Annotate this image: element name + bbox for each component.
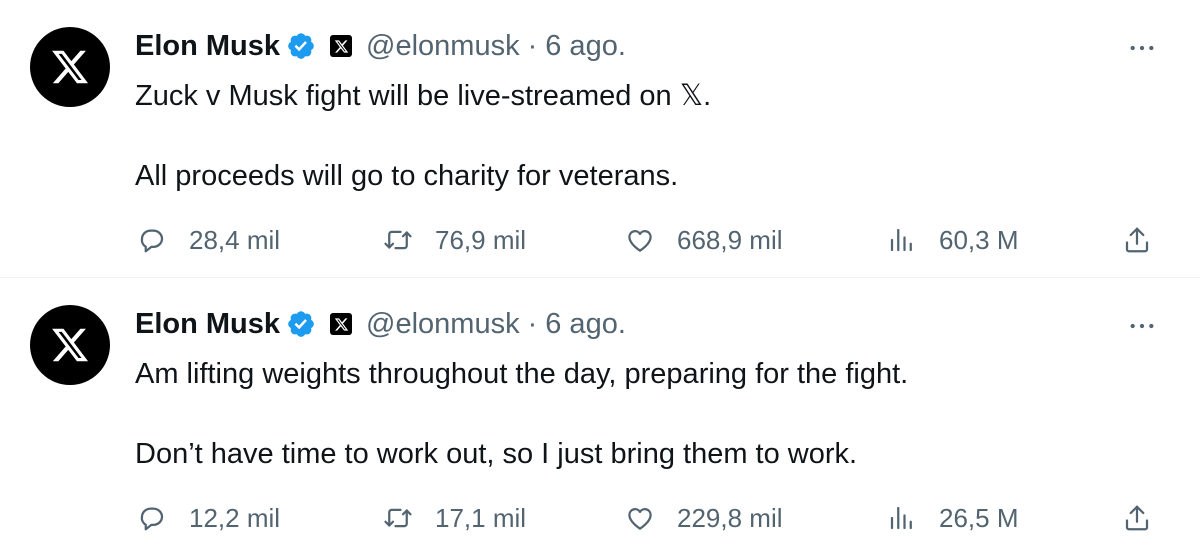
retweet-button[interactable]: 76,9 mil: [383, 218, 526, 262]
tweet-text-line: Am lifting weights throughout the day, p…: [135, 358, 909, 390]
x-logo-icon: [52, 328, 89, 362]
avatar[interactable]: [30, 27, 110, 107]
reply-button[interactable]: 12,2 mil: [137, 496, 280, 540]
like-count: 668,9 mil: [677, 224, 783, 255]
views-count: 60,3 M: [939, 224, 1019, 255]
like-button[interactable]: 668,9 mil: [625, 218, 783, 262]
more-icon: [1130, 45, 1154, 51]
tweet-actions: 12,2 mil 17,1 mil 229,8 mil 26,5 M: [0, 496, 1200, 540]
reply-count: 28,4 mil: [189, 224, 281, 255]
tweet-text-line: Don’t have time to work out, so I just b…: [135, 438, 858, 470]
tweet-feed: Elon Musk @elonmusk · 6 ago. Zuck v Musk…: [0, 0, 1200, 556]
tweet-text-line: Zuck v Musk fight will be live-streamed …: [135, 80, 712, 112]
verified-badge-icon: [286, 309, 316, 339]
tweet-header: Elon Musk @elonmusk · 6 ago.: [135, 24, 626, 68]
views-count: 26,5 M: [939, 502, 1019, 533]
retweet-button[interactable]: 17,1 mil: [383, 496, 526, 540]
more-options-button[interactable]: [1124, 30, 1160, 66]
verified-badge-icon: [286, 31, 316, 61]
author-name[interactable]: Elon Musk: [135, 30, 280, 63]
more-icon: [1130, 323, 1154, 329]
share-button[interactable]: [1122, 496, 1152, 540]
views-icon: [890, 506, 912, 530]
views-button[interactable]: 26,5 M: [887, 496, 1019, 540]
tweet[interactable]: Elon Musk @elonmusk · 6 ago. Am lifting …: [0, 278, 1200, 556]
author-handle[interactable]: @elonmusk: [366, 30, 520, 63]
retweet-count: 17,1 mil: [435, 502, 527, 533]
x-logo-icon: [52, 50, 89, 84]
author-handle[interactable]: @elonmusk: [366, 308, 520, 341]
retweet-icon: [384, 230, 412, 250]
retweet-icon: [384, 508, 412, 528]
tweet-text: Zuck v Musk fight will be live-streamed …: [135, 76, 1135, 196]
share-icon: [1125, 227, 1149, 253]
tweet[interactable]: Elon Musk @elonmusk · 6 ago. Zuck v Musk…: [0, 0, 1200, 278]
reply-button[interactable]: 28,4 mil: [137, 218, 280, 262]
like-button[interactable]: 229,8 mil: [625, 496, 783, 540]
tweet-actions: 28,4 mil 76,9 mil 668,9 mil 60,3 M: [0, 218, 1200, 262]
more-options-button[interactable]: [1124, 308, 1160, 344]
separator-dot: ·: [527, 307, 538, 340]
tweet-timestamp[interactable]: 6 ago.: [545, 308, 626, 341]
reply-icon: [140, 507, 164, 531]
tweet-text-line: All proceeds will go to charity for vete…: [135, 160, 679, 192]
reply-count: 12,2 mil: [189, 502, 281, 533]
share-icon: [1125, 505, 1149, 531]
like-icon: [628, 230, 652, 252]
avatar[interactable]: [30, 305, 110, 385]
share-button[interactable]: [1122, 218, 1152, 262]
separator-dot: ·: [527, 29, 538, 62]
views-icon: [890, 228, 912, 252]
like-icon: [628, 508, 652, 530]
retweet-count: 76,9 mil: [435, 224, 527, 255]
tweet-text: Am lifting weights throughout the day, p…: [135, 354, 1135, 474]
reply-icon: [140, 229, 164, 253]
like-count: 229,8 mil: [677, 502, 783, 533]
tweet-timestamp[interactable]: 6 ago.: [545, 30, 626, 63]
author-name[interactable]: Elon Musk: [135, 308, 280, 341]
affiliate-x-icon[interactable]: [330, 35, 353, 57]
tweet-header: Elon Musk @elonmusk · 6 ago.: [135, 302, 626, 346]
affiliate-x-icon[interactable]: [330, 313, 353, 335]
views-button[interactable]: 60,3 M: [887, 218, 1019, 262]
